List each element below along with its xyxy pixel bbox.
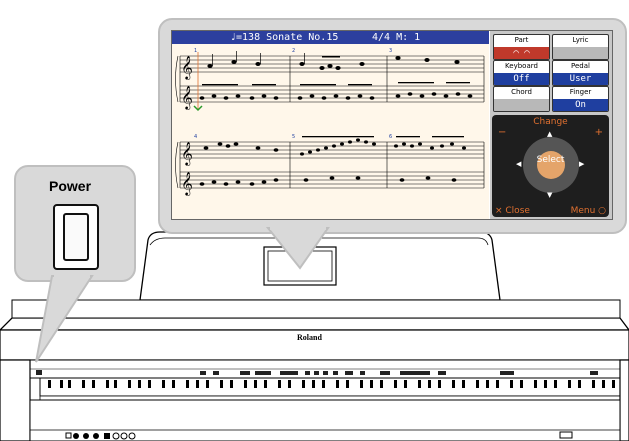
brand-logo: Roland — [297, 333, 322, 342]
power-label: Power — [49, 178, 92, 194]
power-button[interactable] — [53, 204, 99, 270]
power-button-face — [63, 213, 89, 261]
